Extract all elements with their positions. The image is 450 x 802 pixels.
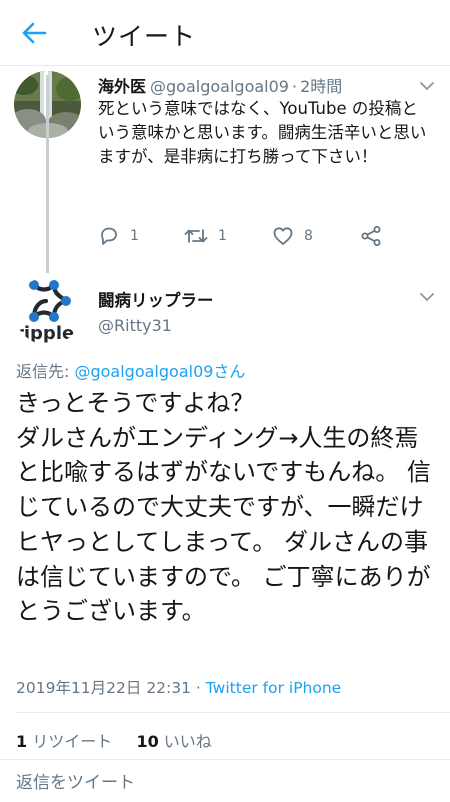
parent-tweet[interactable]: 海外医 @goalgoalgoal09 · 2時間 死という意味ではなく、YouTub… — [0, 67, 450, 272]
tweet-menu-button[interactable] — [418, 288, 436, 306]
display-name[interactable]: 海外医 — [98, 77, 146, 96]
tweet-time[interactable]: 2時間 — [300, 77, 342, 96]
likes-label: いいね — [163, 732, 212, 751]
avatar[interactable]: ripple — [14, 277, 82, 345]
retweet-button[interactable]: 1 — [184, 225, 227, 247]
meta-separator: · — [191, 679, 206, 697]
tweet-timestamp: 2019年11月22日 22:31 — [16, 679, 191, 697]
tweet-stats: 1 リツイート 10 いいね — [16, 728, 212, 752]
avatar-logo-text: ripple — [15, 323, 74, 344]
divider — [16, 712, 450, 713]
reply-context: 返信先: @goalgoalgoal09さん — [16, 358, 245, 382]
separator-dot: · — [291, 77, 298, 96]
reply-count: 1 — [130, 228, 139, 244]
back-button[interactable] — [14, 13, 54, 53]
divider — [0, 759, 450, 760]
like-count: 8 — [304, 228, 313, 244]
tweet-text-body: きっとそうですよね？ ダルさんがエンディング→人生の終焉と比喩するはずがないです… — [16, 389, 431, 626]
page-title: ツイート — [92, 22, 197, 51]
share-button[interactable] — [360, 225, 382, 247]
ripple-logo-icon: ripple — [14, 277, 82, 345]
heart-icon — [273, 227, 293, 245]
reply-prefix: 返信先: — [16, 362, 75, 381]
tweet-text: 死という意味ではなく、YouTube の投稿という意味かと思います。闘病生活辛い… — [98, 99, 427, 166]
retweet-icon — [184, 229, 208, 243]
reply-button[interactable]: 1 — [98, 225, 139, 247]
tweet-menu-button[interactable] — [418, 77, 436, 95]
chevron-down-icon — [420, 82, 434, 90]
reply-icon — [101, 227, 117, 245]
thread-connector-line — [46, 75, 49, 273]
like-button[interactable]: 8 — [272, 225, 313, 247]
tweet-text: きっとそうですよね？ ダルさんがエンディング→人生の終焉と比喩するはずがないです… — [16, 386, 436, 629]
likes-stat[interactable]: 10 いいね — [136, 732, 211, 751]
share-icon — [361, 226, 381, 246]
back-arrow-icon — [22, 22, 47, 44]
tweet-meta: 2019年11月22日 22:31 · Twitter for iPhone — [16, 676, 341, 698]
parent-tweet-header: 海外医 @goalgoalgoal09 · 2時間 — [98, 73, 342, 97]
top-bar: ツイート — [0, 0, 450, 66]
client-link[interactable]: Twitter for iPhone — [206, 679, 341, 697]
likes-count: 10 — [136, 732, 159, 751]
reply-input[interactable]: 返信をツイート — [16, 768, 135, 793]
user-handle[interactable]: @goalgoalgoal09 — [150, 77, 289, 96]
reply-mention-link[interactable]: @goalgoalgoal09さん — [74, 362, 245, 381]
retweet-count: 1 — [218, 228, 227, 244]
chevron-down-icon — [420, 293, 434, 301]
retweets-label: リツイート — [32, 732, 113, 751]
user-handle[interactable]: @Ritty31 — [98, 316, 172, 335]
retweets-count: 1 — [16, 732, 28, 751]
display-name[interactable]: 闘病リップラー — [98, 287, 214, 311]
retweets-stat[interactable]: 1 リツイート — [16, 732, 112, 751]
tweet-actions: 1 1 8 — [98, 225, 398, 251]
